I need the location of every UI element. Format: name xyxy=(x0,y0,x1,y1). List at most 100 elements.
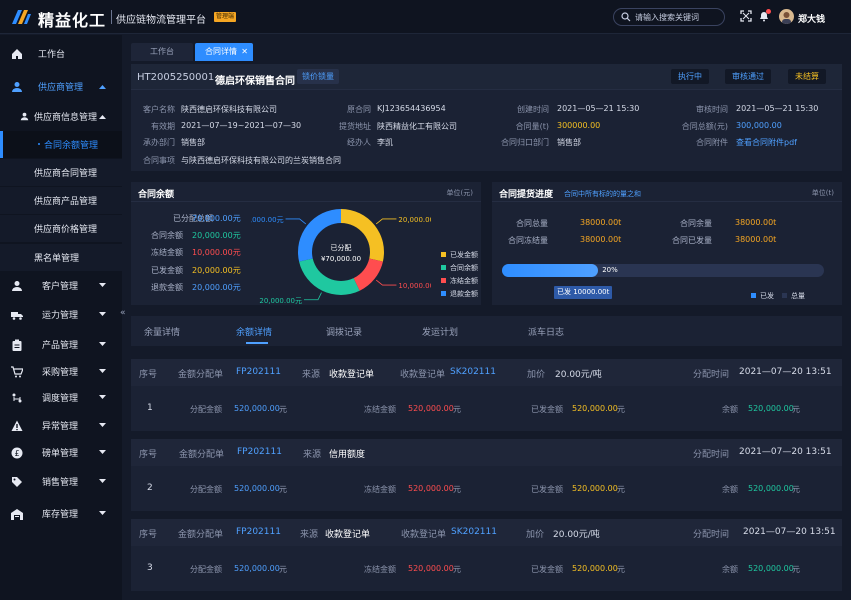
frozen-unit: 元 xyxy=(453,405,461,414)
sidebar-item-blacklist[interactable]: 黑名单管理 xyxy=(0,244,122,271)
user-icon xyxy=(12,81,22,92)
active-tab-underline xyxy=(246,342,268,344)
record-reg-link[interactable]: SK202111 xyxy=(451,527,497,537)
sidebar-item-product[interactable]: 产品管理 xyxy=(0,331,122,358)
record-bill-link[interactable]: FP202111 xyxy=(236,527,281,537)
cart-icon xyxy=(11,365,23,377)
lock-price-button[interactable]: 锁价锁量 xyxy=(297,69,339,84)
sidebar-item-purchase[interactable]: 采购管理 xyxy=(0,358,122,385)
donut-center xyxy=(313,224,369,280)
sidebar-item-sales[interactable]: 销售管理 xyxy=(0,468,122,495)
tag-icon xyxy=(12,476,22,487)
avatar[interactable] xyxy=(779,9,794,24)
sidebar-item-dispatch[interactable]: 调度管理 xyxy=(0,384,122,411)
search-icon xyxy=(621,12,631,22)
alloc-value: 520,000.00 xyxy=(234,404,280,413)
sidebar-item-supplier-product[interactable]: 供应商产品管理 xyxy=(0,187,122,214)
allocation-record: 序号 金额分配单 FP202111 来源 信用额度 分配时间 2021—07—2… xyxy=(131,439,842,511)
subtab-shipping-plan[interactable]: 发运计划 xyxy=(422,325,458,338)
alloc-unit: 元 xyxy=(279,405,287,414)
donut-leader-line xyxy=(375,279,397,286)
status-approved-button[interactable]: 审核通过 xyxy=(725,69,771,84)
sidebar-item-label: 调度管理 xyxy=(42,394,79,404)
balance-unit: 单位(元) xyxy=(446,189,473,197)
alloc-unit: 元 xyxy=(279,485,287,494)
donut-leader-line xyxy=(285,218,307,225)
chevron-down-icon xyxy=(99,395,106,399)
progress-track: 20% xyxy=(502,264,824,277)
balance-donut-chart: 20,000.00元 10,000.00元 20,000.00元 20,000.00元… xyxy=(251,209,431,304)
balance-unit: 元 xyxy=(792,485,800,494)
contract-info-panel: HT2005250001 德启环保销售合同 锁价锁量 执行中 审核通过 未结算 … xyxy=(131,64,842,171)
sidebar-item-label: 客户管理 xyxy=(42,282,79,292)
sidebar-item-label: 库存管理 xyxy=(42,510,79,520)
sidebar-item-transport[interactable]: 运力管理 xyxy=(0,301,122,328)
sidebar-item-label: 供应商产品管理 xyxy=(34,197,98,207)
sidebar-item-workbench[interactable]: 工作台 xyxy=(0,40,122,67)
chevron-down-icon xyxy=(99,342,106,346)
alloc-value: 520,000.00 xyxy=(234,484,280,493)
chevron-down-icon xyxy=(99,423,106,427)
chevron-down-icon xyxy=(99,283,106,287)
tab-workbench[interactable]: 工作台 xyxy=(131,43,193,61)
status-executing-button[interactable]: 执行中 xyxy=(671,69,709,84)
frozen-value: 520,000.00 xyxy=(408,484,454,493)
notification-dot xyxy=(766,9,771,14)
sidebar-item-label: 供应商管理 xyxy=(38,83,84,93)
sidebar-item-supplier-price[interactable]: 供应商价格管理 xyxy=(0,215,122,242)
search-input[interactable] xyxy=(635,10,723,24)
frozen-value: 520,000.00 xyxy=(408,404,454,413)
record-bill-link[interactable]: FP202111 xyxy=(237,447,282,457)
close-icon[interactable]: ✕ xyxy=(241,43,248,61)
user-name[interactable]: 郑大钱 xyxy=(798,12,825,25)
sidebar-item-supplier-info[interactable]: 供应商信息管理 xyxy=(0,103,122,130)
record-source: 收款登记单 xyxy=(325,530,371,540)
sidebar-item-label: 合同余额管理 xyxy=(44,141,99,151)
subtab-amount-detail[interactable]: 余额详情 xyxy=(236,325,272,338)
frozen-unit: 元 xyxy=(453,485,461,494)
frozen-label: 冻结金额 xyxy=(364,565,396,574)
sidebar-item-supplier[interactable]: 供应商管理 xyxy=(0,73,122,100)
balance-label: 余额 xyxy=(722,485,738,494)
record-no: 2 xyxy=(147,483,153,493)
sidebar-item-label: 异常管理 xyxy=(42,422,79,432)
tab-label: 合同详情 xyxy=(205,47,237,56)
sidebar-item-exception[interactable]: 异常管理 xyxy=(0,412,122,439)
subtab-transfer-record[interactable]: 调拨记录 xyxy=(326,325,362,338)
top-bar: 精益化工 供应链物流管理平台 管理端 郑大钱 xyxy=(0,0,851,34)
sidebar-item-contract-balance[interactable]: 合同余额管理 xyxy=(0,131,122,158)
frozen-value: 520,000.00 xyxy=(408,564,454,573)
record-reg-link[interactable]: SK202111 xyxy=(450,367,496,377)
donut-data-label: 20,000.00元 xyxy=(398,216,431,224)
search-box[interactable] xyxy=(613,8,725,26)
sidebar-item-inventory[interactable]: 库存管理 xyxy=(0,500,122,527)
record-time: 2021—07—20 13:51 xyxy=(739,447,832,457)
sidebar-item-customer[interactable]: 客户管理 xyxy=(0,272,122,299)
balance-title: 合同余额 xyxy=(138,190,175,200)
tab-contract-detail[interactable]: 合同详情 ✕ xyxy=(195,43,253,61)
contract-name: 德启环保销售合同 xyxy=(215,76,295,87)
donut-center-label: 已分配 xyxy=(331,243,352,252)
record-reg-label: 收款登记单 xyxy=(400,370,446,380)
alloc-value: 520,000.00 xyxy=(234,564,280,573)
chevron-down-icon xyxy=(99,450,106,454)
record-source-label: 来源 xyxy=(302,370,321,380)
subtab-dispatch-log[interactable]: 派车日志 xyxy=(528,325,564,338)
balance-unit: 元 xyxy=(792,565,800,574)
sidebar-item-label: 销售管理 xyxy=(42,478,79,488)
fullscreen-icon[interactable] xyxy=(740,10,752,22)
sidebar-item-supplier-contract[interactable]: 供应商合同管理 xyxy=(0,159,122,186)
frozen-label: 冻结金额 xyxy=(364,485,396,494)
record-time-label: 分配时间 xyxy=(693,370,730,380)
status-unsettled-button[interactable]: 未结算 xyxy=(788,69,826,84)
alloc-unit: 元 xyxy=(279,565,287,574)
warning-icon xyxy=(11,420,23,431)
record-bill-link[interactable]: FP202111 xyxy=(236,367,281,377)
sent-value: 520,000.00 xyxy=(572,484,618,493)
balance-label: 余额 xyxy=(722,405,738,414)
sidebar-collapse-button[interactable]: « xyxy=(120,308,126,318)
chevron-down-icon xyxy=(99,369,106,373)
sidebar-item-weighbill[interactable]: £ 磅单管理 xyxy=(0,439,122,466)
frozen-label: 冻结金额 xyxy=(364,405,396,414)
subtab-qty-detail[interactable]: 余量详情 xyxy=(144,325,180,338)
